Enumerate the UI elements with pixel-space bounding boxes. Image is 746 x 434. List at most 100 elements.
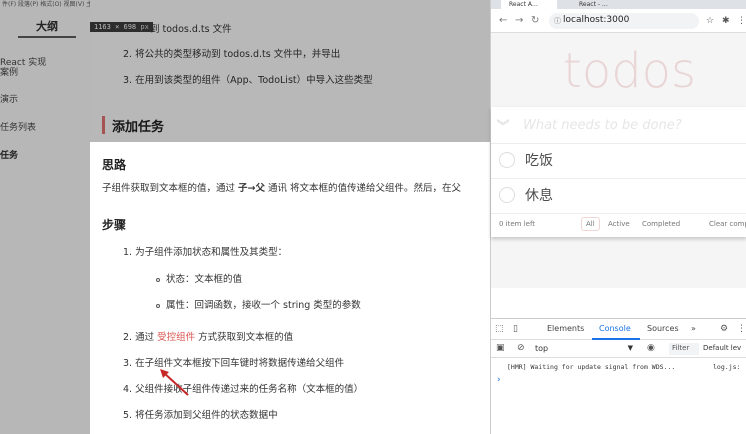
step-num: 1. [123, 247, 133, 258]
idea-text-pre: 子组件获取到文本框的值，通过 [102, 183, 239, 194]
settings-icon[interactable]: ⚙ [720, 324, 728, 334]
browser-tab-react[interactable]: React - … [571, 0, 627, 9]
console-filter-input[interactable]: Filter [669, 343, 699, 355]
clear-completed-button[interactable]: Clear comp [709, 220, 746, 228]
todo-item[interactable]: 休息 [491, 179, 746, 214]
outline-item-case[interactable]: 案例 [0, 68, 18, 78]
console-source-link[interactable]: log.js: [713, 363, 740, 371]
tab-sources[interactable]: Sources [647, 324, 679, 333]
filter-completed[interactable]: Completed [637, 217, 685, 231]
extensions-icon[interactable]: ✱ [722, 16, 730, 26]
list-item: 3. 在用到该类型的组件（App、TodoList）中导入这些类型 [123, 72, 373, 86]
step-5: 5. 将任务添加到父组件的状态数据中 [123, 407, 278, 421]
console-prompt[interactable]: › [497, 375, 501, 385]
reload-icon[interactable]: ↻ [531, 15, 539, 26]
todo-item[interactable]: 吃饭 [491, 144, 746, 179]
bullet-icon [156, 277, 160, 282]
toggle-all-icon[interactable]: ❯ [497, 117, 511, 127]
app-title: todos [563, 43, 697, 99]
url-text: localhost:3000 [563, 15, 630, 25]
todo-checkbox[interactable] [499, 187, 515, 203]
more-tabs-button[interactable]: » [691, 324, 696, 333]
outline-item-react[interactable]: React 实现 [0, 58, 46, 68]
console-message: [HMR] Waiting for update signal from WDS… [507, 363, 676, 371]
todo-panel: ❯ What needs to be done? 吃饭 休息 0 item le… [491, 107, 746, 237]
outline-item-demo[interactable]: 演示 [0, 95, 18, 105]
star-icon[interactable]: ☆ [706, 16, 714, 26]
filter-all[interactable]: All [581, 217, 600, 231]
tab-console[interactable]: Console [599, 324, 631, 333]
clear-console-icon[interactable]: ⊘ [517, 343, 525, 353]
devtools-tab-bar: ⬚ ▯ Elements Console Sources » ⚙ ⋮ [491, 319, 746, 340]
section-accent-bar [102, 116, 105, 134]
eye-icon[interactable]: ◉ [647, 343, 655, 353]
step-num: 5. [123, 410, 133, 421]
step-num: 4. [123, 384, 133, 395]
idea-paragraph: 子组件获取到文本框的值，通过 子→父 通讯 将文本框的值传递给父组件。然后，在父 [102, 180, 461, 194]
tab-elements[interactable]: Elements [547, 324, 584, 333]
idea-text-post: 通讯 将文本框的值传递给父组件。然后，在父 [265, 183, 462, 194]
todo-checkbox[interactable] [499, 152, 515, 168]
step-num: 2. [123, 332, 133, 343]
context-value: top [535, 344, 549, 353]
new-todo-input[interactable]: ❯ What needs to be done? [491, 107, 746, 144]
menu-bar[interactable]: 件(F) 段落(P) 格式(O) 视图(V) 主题(T) 帮助(H) [0, 0, 90, 9]
filter-active[interactable]: Active [603, 217, 635, 231]
new-todo-placeholder: What needs to be done? [523, 118, 682, 133]
step-text-pre: 通过 [135, 332, 158, 343]
todo-footer: 0 item left All Active Completed Clear c… [491, 214, 746, 237]
list-text: 将公共的类型移动到 todos.d.ts 文件中，并导出 [135, 49, 341, 60]
forward-icon[interactable]: → [515, 15, 523, 26]
outline-title: 大纲 [36, 20, 58, 33]
log-levels-select[interactable]: Default lev [703, 344, 741, 352]
dimension-size: 1163 × 698 [94, 23, 137, 31]
browser-toolbar: ← → ↻ ⓘ localhost:3000 ☆ ✱ ⋮ [491, 9, 746, 33]
step-text-post: 方式获取到文本框的值 [195, 332, 294, 343]
more-icon[interactable]: ⋮ [737, 324, 746, 334]
info-icon[interactable]: ⓘ [554, 16, 561, 26]
dimension-badge: 1163 × 698 px [90, 22, 153, 32]
step-1: 1. 为子组件添加状态和属性及其类型： [123, 244, 287, 258]
sidebar-toggle-icon[interactable]: ▣ [496, 343, 505, 353]
document-area: 到 todos.d.ts 文件 1163 × 698 px 2. 将公共的类型移… [90, 0, 490, 434]
section-title: 添加任务 [112, 120, 165, 135]
idea-text-bold: 子→父 [238, 183, 265, 194]
inspect-icon[interactable]: ⬚ [495, 324, 504, 334]
todo-app: todos ❯ What needs to be done? 吃饭 休息 0 i… [491, 33, 746, 288]
sub-text: 状态：文本框的值 [166, 274, 243, 285]
outline-item-task-list[interactable]: 任务列表 [0, 123, 36, 133]
chevron-down-icon: ▼ [627, 344, 633, 352]
todo-label: 休息 [525, 188, 553, 204]
context-select[interactable]: top ▼ [535, 344, 633, 355]
back-icon[interactable]: ← [499, 15, 507, 26]
outline-sidebar: 件(F) 段落(P) 格式(O) 视图(V) 主题(T) 帮助(H) 大纲 Re… [0, 0, 90, 434]
list-num: 3. [123, 75, 133, 86]
step-text: 为子组件添加状态和属性及其类型： [135, 247, 288, 258]
list-num: 2. [123, 49, 133, 60]
list-item: 2. 将公共的类型移动到 todos.d.ts 文件中，并导出 [123, 46, 340, 60]
controlled-component-link[interactable]: 受控组件 [157, 332, 195, 343]
sub-text: 属性：回调函数，接收一个 string 类型的参数 [166, 300, 361, 311]
step-1-sub-2: 属性：回调函数，接收一个 string 类型的参数 [156, 297, 361, 311]
browser-window: React A… React - … ← → ↻ ⓘ localhost:300… [490, 0, 746, 434]
step-text: 将任务添加到父组件的状态数据中 [135, 410, 278, 421]
devtools-panel: ⬚ ▯ Elements Console Sources » ⚙ ⋮ ▣ ⊘ t… [491, 318, 746, 434]
screen: 件(F) 段落(P) 格式(O) 视图(V) 主题(T) 帮助(H) 大纲 Re… [0, 0, 746, 434]
step-2: 2. 通过 受控组件 方式获取到文本框的值 [123, 329, 293, 343]
items-left-count: 0 item left [499, 220, 536, 228]
device-toggle-icon[interactable]: ▯ [513, 324, 518, 334]
step-1-sub-1: 状态：文本框的值 [156, 271, 242, 285]
list-text: 在用到该类型的组件（App、TodoList）中导入这些类型 [135, 75, 373, 86]
todo-label: 吃饭 [525, 153, 553, 169]
idea-heading: 思路 [102, 158, 127, 172]
browser-tab-react-app[interactable]: React A… [501, 0, 557, 9]
outline-item-add-task[interactable]: 任务 [0, 151, 18, 161]
address-bar[interactable]: ⓘ localhost:3000 [549, 13, 699, 29]
outline-title-underline [18, 36, 76, 38]
bullet-icon [156, 303, 160, 308]
step-3: 3. 在子组件文本框按下回车键时将数据传递给父组件 [123, 355, 344, 369]
menu-icon[interactable]: ⋮ [737, 16, 746, 26]
doc-top-line: 到 todos.d.ts 文件 [150, 24, 232, 35]
dimension-unit: px [140, 23, 149, 31]
tab-strip: React A… React - … [491, 0, 746, 9]
